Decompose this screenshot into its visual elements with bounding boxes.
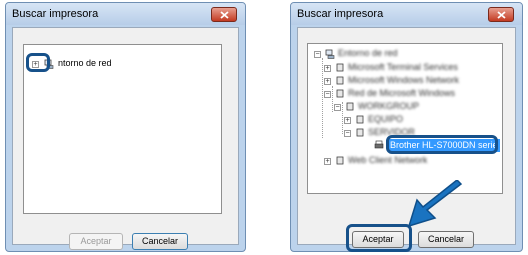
close-x-icon — [220, 11, 229, 19]
expand-plus-icon[interactable]: + — [344, 117, 351, 124]
printer-highlight-callout — [386, 135, 498, 154]
tree-node-label: Microsoft Windows Network — [348, 75, 460, 85]
printer-icon — [374, 140, 384, 149]
highlight-callout — [26, 53, 50, 72]
title-bar: Buscar impresora — [291, 3, 522, 25]
tree-node-label: EQUIPO — [368, 114, 404, 124]
collapse-minus-icon[interactable]: − — [314, 51, 321, 58]
accept-button[interactable]: Aceptar — [69, 233, 123, 250]
tree-root-label: ntorno de red — [58, 58, 112, 68]
close-button[interactable] — [211, 7, 237, 22]
dialog-client-area: + ntorno de red Aceptar Cancelar — [12, 27, 239, 250]
accept-highlight-callout — [346, 224, 412, 252]
tree-connector — [332, 86, 333, 112]
arrow-pointer-icon — [407, 180, 463, 228]
cancel-button[interactable]: Cancelar — [132, 233, 188, 250]
search-printer-dialog-1: Buscar impresora + ntorno de red Aceptar… — [5, 2, 246, 252]
network-computer-icon — [336, 89, 344, 98]
expand-plus-icon[interactable]: + — [324, 65, 331, 72]
expand-plus-icon[interactable]: + — [324, 158, 331, 165]
collapse-minus-icon[interactable]: − — [324, 91, 331, 98]
printer-tree[interactable]: − Entorno de red + Microsoft Terminal Se… — [307, 43, 503, 194]
tree-connector — [322, 58, 323, 138]
close-button[interactable] — [488, 7, 514, 22]
network-computer-icon — [346, 102, 354, 111]
expand-plus-icon[interactable]: + — [324, 78, 331, 85]
tree-node-label: Entorno de red — [338, 48, 398, 58]
network-computer-icon — [356, 128, 364, 137]
network-computer-icon — [336, 156, 344, 165]
tree-node-label: Web Client Network — [348, 155, 428, 165]
printer-tree[interactable]: + ntorno de red — [23, 44, 222, 214]
title-bar: Buscar impresora — [6, 3, 245, 25]
tree-node-label: Microsoft Terminal Services — [348, 62, 458, 72]
collapse-minus-icon[interactable]: − — [334, 104, 341, 111]
tree-node-label: WORKGROUP — [358, 101, 420, 111]
network-computer-icon — [336, 76, 344, 85]
network-computer-icon — [336, 63, 344, 72]
network-computer-icon — [356, 115, 364, 124]
network-computer-icon — [325, 49, 335, 59]
tree-connector — [342, 102, 343, 134]
dialog-title: Buscar impresora — [12, 8, 99, 20]
collapse-minus-icon[interactable]: − — [344, 130, 351, 137]
close-x-icon — [497, 11, 506, 19]
cancel-button[interactable]: Cancelar — [418, 231, 474, 248]
tree-node-label: Red de Microsoft Windows — [348, 88, 456, 98]
dialog-title: Buscar impresora — [297, 8, 384, 20]
tree-root-row[interactable]: + ntorno de red — [32, 58, 192, 72]
